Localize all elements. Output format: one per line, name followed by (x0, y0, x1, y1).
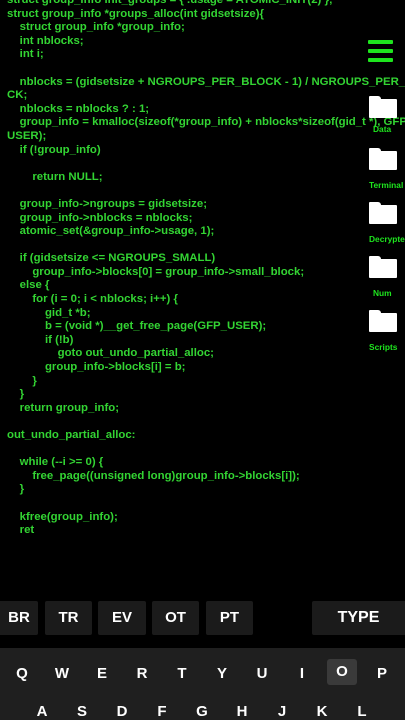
key-o[interactable]: O (327, 659, 357, 685)
code-line: else { (7, 279, 50, 292)
key-t[interactable]: T (167, 665, 197, 682)
code-line: if (!b) (7, 333, 74, 346)
code-line: atomic_set(&group_info->usage, 1); (7, 225, 215, 238)
key-p[interactable]: P (367, 665, 397, 682)
code-line: nblocks = (gidsetsize + NGROUPS_PER_BLOC… (7, 75, 405, 88)
key-y[interactable]: Y (207, 665, 237, 682)
key-u[interactable]: U (247, 665, 277, 682)
key-type[interactable]: TYPE (312, 601, 405, 635)
code-line: group_info->blocks[0] = group_info->smal… (7, 265, 305, 278)
code-line: goto out_undo_partial_alloc; (7, 347, 214, 360)
code-line: for (i = 0; i < nblocks; i++) { (7, 293, 178, 306)
code-line: struct group_info *group_info; (7, 21, 185, 34)
folder-icon (369, 96, 397, 118)
key-e[interactable]: E (87, 665, 117, 682)
code-line: free_page((unsigned long)group_info->blo… (7, 469, 300, 482)
folder-icon (369, 256, 397, 278)
code-line: return NULL; (7, 170, 103, 183)
key-tr[interactable]: TR (45, 601, 92, 635)
code-line: nblocks = nblocks ? : 1; (7, 102, 150, 115)
key-q[interactable]: Q (7, 665, 37, 682)
code-line: b = (void *)__get_free_page(GFP_USER); (7, 320, 267, 333)
soft-keyboard: Q W E R T Y U I O P A S D F G H J K L (0, 648, 405, 720)
code-line: out_undo_partial_alloc: (7, 429, 136, 441)
key-k[interactable]: K (307, 703, 337, 720)
code-line: while (--i >= 0) { (7, 456, 104, 469)
key-i[interactable]: I (287, 665, 317, 682)
hamburger-menu-icon[interactable] (368, 40, 393, 62)
key-j[interactable]: J (267, 703, 297, 720)
code-line: int nblocks; (7, 34, 84, 47)
key-br[interactable]: BR (0, 601, 38, 635)
code-line: } (7, 388, 25, 401)
key-f[interactable]: F (147, 703, 177, 720)
folder-label: Data (373, 124, 392, 134)
code-line: return group_info; (7, 401, 119, 414)
code-line: group_info = kmalloc(sizeof(*group_info)… (7, 116, 405, 129)
folder-label: Decrypter (369, 234, 405, 244)
folder-icon (369, 148, 397, 170)
code-line: struct group_info *groups_alloc(int gids… (7, 7, 264, 20)
code-line: USER); (7, 129, 47, 142)
folder-label: Num (373, 288, 392, 298)
folder-icon (369, 202, 397, 224)
code-line: } (7, 374, 37, 387)
key-ev[interactable]: EV (98, 601, 146, 635)
key-r[interactable]: R (127, 665, 157, 682)
key-g[interactable]: G (187, 703, 217, 720)
code-line: gid_t *b; (7, 306, 91, 319)
folder-icon (369, 310, 397, 332)
code-line: if (!group_info) (7, 143, 101, 156)
code-line: struct group_info init_groups = { .usage… (7, 0, 333, 6)
code-line: group_info->ngroups = gidsetsize; (7, 197, 207, 210)
key-l[interactable]: L (347, 703, 377, 720)
code-line: ret (7, 524, 35, 537)
code-line: int i; (7, 48, 44, 61)
key-pt[interactable]: PT (206, 601, 253, 635)
key-s[interactable]: S (67, 703, 97, 720)
folder-label: Scripts (369, 342, 398, 352)
folder-label: Terminal (369, 180, 404, 190)
code-line: kfree(group_info); (7, 510, 118, 523)
key-d[interactable]: D (107, 703, 137, 720)
code-line: group_info->blocks[i] = b; (7, 361, 186, 374)
code-editor[interactable]: struct group_info init_groups = { .usage… (7, 0, 405, 572)
key-h[interactable]: H (227, 703, 257, 720)
key-w[interactable]: W (47, 665, 77, 682)
key-ot[interactable]: OT (152, 601, 199, 635)
key-a[interactable]: A (27, 703, 57, 720)
code-line: group_info->nblocks = nblocks; (7, 211, 193, 224)
code-line: CK; (7, 89, 28, 102)
code-line: if (gidsetsize <= NGROUPS_SMALL) (7, 252, 216, 265)
code-line: } (7, 483, 25, 496)
